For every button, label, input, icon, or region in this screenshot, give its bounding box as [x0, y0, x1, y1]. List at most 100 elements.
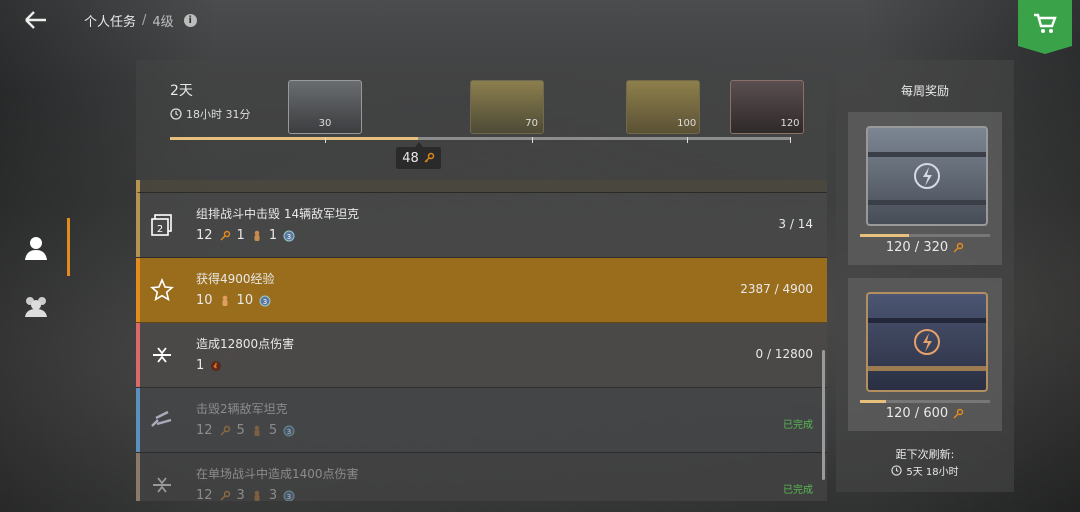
- refresh-timer: 5天 18小时: [836, 463, 1014, 478]
- clock-icon: [891, 465, 903, 476]
- key-icon: [220, 230, 230, 240]
- reward-cookies: 5: [236, 423, 245, 438]
- tank-destroy-icon: [136, 388, 188, 452]
- mission-row[interactable]: 击毁2辆敌军坦克 12 5 5 3 已完成: [136, 388, 827, 453]
- milestone-label: 70: [525, 118, 539, 129]
- gingerbread-icon: [254, 425, 260, 436]
- damage-icon: [136, 453, 188, 501]
- current-points: 48: [402, 150, 419, 166]
- mission-status: 已完成: [783, 420, 813, 431]
- weekly-progress-value: 120 / 320: [885, 240, 949, 255]
- milestone-label: 120: [780, 118, 800, 129]
- weekly-crate-image: [866, 126, 988, 226]
- clock-icon: [170, 108, 182, 120]
- team-badge-icon: 2: [136, 193, 188, 257]
- nav-personal-missions[interactable]: [14, 218, 70, 276]
- mission-progress: 3 / 14: [778, 217, 813, 231]
- mission-progress: 2387 / 4900: [740, 282, 813, 296]
- reward-cookies: 1: [236, 228, 245, 243]
- milestone-tick: [531, 137, 533, 143]
- nav-clan-missions[interactable]: [14, 286, 58, 326]
- milestone-tick: [790, 137, 791, 143]
- weekly-progress-bar: [860, 234, 990, 237]
- svg-text:3: 3: [263, 298, 267, 306]
- reward-cookies: 3: [236, 488, 245, 501]
- weekly-reward-card[interactable]: 120 / 600: [848, 278, 1002, 431]
- progress-fill: [170, 137, 418, 140]
- reward-directive: 1: [196, 358, 205, 373]
- weekly-progress-bar: [860, 400, 990, 403]
- back-arrow-icon[interactable]: [22, 8, 50, 32]
- mission-rewards: 12 3 3 3: [196, 488, 295, 501]
- mission-title: 在单场战斗中造成1400点伤害: [196, 467, 359, 481]
- refresh-time: 5天 18小时: [906, 467, 959, 478]
- breadcrumb-separator: /: [142, 13, 147, 28]
- svg-text:2: 2: [157, 224, 163, 235]
- mission-row[interactable]: 在单场战斗中造成1400点伤害 12 3 3 3 已完成: [136, 453, 827, 501]
- mission-title: 组排战斗中击毁 14辆敌军坦克: [196, 207, 360, 221]
- reward-keys: 12: [196, 488, 213, 501]
- mission-rewards: 12 5 5 3: [196, 423, 295, 438]
- mission-rewards: 10 10 3: [196, 293, 271, 308]
- progress-track: [170, 137, 791, 143]
- milestone-label: 100: [677, 118, 697, 129]
- time-left: 18小时 31分: [186, 108, 251, 121]
- booster-icon: 3: [283, 425, 295, 436]
- gingerbread-icon: [222, 295, 228, 306]
- key-icon: [424, 152, 434, 163]
- flame-badge-icon: [211, 360, 222, 371]
- key-icon: [953, 408, 964, 418]
- page-title: 个人任务: [84, 15, 137, 30]
- refresh-label: 距下次刷新:: [895, 448, 955, 461]
- mission-row[interactable]: 获得4900经验 10 10 3 2387 / 4900: [136, 258, 827, 323]
- reward-boosters: 3: [268, 488, 278, 501]
- mission-list: 2 组排战斗中击毁 14辆敌军坦克 12 1 1 3 3 / 14 获得4900…: [136, 180, 827, 501]
- level-label: 4级: [152, 15, 174, 30]
- info-icon[interactable]: i: [183, 14, 197, 27]
- mission-progress: 0 / 12800: [755, 347, 813, 361]
- shop-cart-button[interactable]: [1018, 0, 1072, 54]
- gingerbread-icon: [254, 490, 260, 501]
- weekly-crate-image: [866, 292, 988, 392]
- cart-icon: [1034, 13, 1057, 33]
- mission-row[interactable]: 2 组排战斗中击毁 14辆敌军坦克 12 1 1 3 3 / 14: [136, 193, 827, 258]
- timer: 18小时 31分: [170, 106, 251, 122]
- star-icon: [136, 258, 188, 322]
- milestone-tick: [325, 137, 326, 143]
- weekly-progress: 120 / 600: [848, 406, 1002, 421]
- booster-icon: 3: [283, 230, 295, 241]
- progress-header: 2天 18小时 31分 30 70 100 120 48: [136, 60, 827, 180]
- milestone-label: 30: [318, 118, 332, 129]
- reward-boosters: 5: [268, 423, 278, 438]
- person-icon: [25, 237, 47, 260]
- reward-keys: 12: [196, 228, 213, 243]
- mission-title: 击毁2辆敌军坦克: [196, 402, 288, 416]
- booster-icon: 3: [259, 295, 271, 306]
- mission-rewards: 12 1 1 3: [196, 228, 295, 243]
- mission-rewards: 1: [196, 358, 222, 373]
- mission-title: 造成12800点伤害: [196, 337, 295, 351]
- weekly-title: 每周奖励: [900, 84, 949, 98]
- group-icon: [25, 297, 47, 317]
- weekly-progress: 120 / 320: [848, 240, 1002, 255]
- booster-icon: 3: [283, 490, 295, 501]
- reward-boosters: 10: [236, 293, 254, 308]
- damage-icon: [136, 323, 188, 387]
- weekly-reward-card[interactable]: 120 / 320: [848, 112, 1002, 265]
- reward-cookies: 10: [196, 293, 213, 308]
- breadcrumb: 个人任务 / 4级 i: [84, 11, 197, 30]
- key-icon: [220, 425, 230, 435]
- mission-title: 获得4900经验: [196, 272, 275, 286]
- svg-text:3: 3: [287, 493, 291, 501]
- days-left: 2天: [170, 83, 193, 99]
- reward-boosters: 1: [268, 228, 278, 243]
- mission-row[interactable]: 造成12800点伤害 1 0 / 12800: [136, 323, 827, 388]
- gingerbread-icon: [254, 230, 260, 241]
- scrollbar[interactable]: [822, 350, 825, 480]
- svg-text:3: 3: [287, 233, 291, 241]
- svg-text:3: 3: [287, 428, 291, 436]
- reward-keys: 12: [196, 423, 213, 438]
- weekly-progress-value: 120 / 600: [885, 406, 949, 421]
- current-points-badge: 48: [396, 142, 441, 169]
- mission-status: 已完成: [783, 485, 813, 496]
